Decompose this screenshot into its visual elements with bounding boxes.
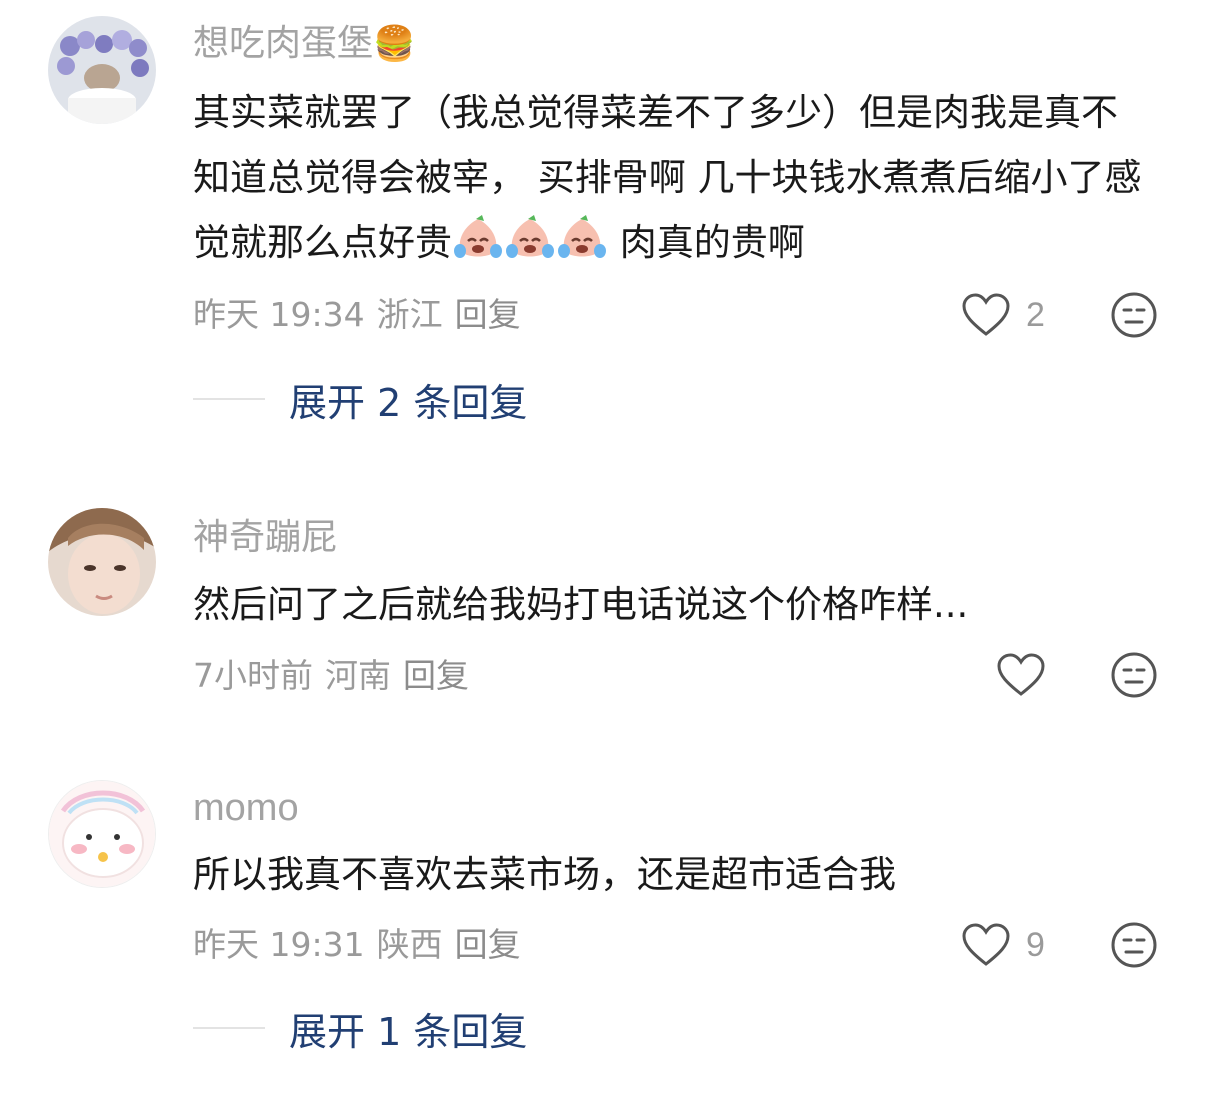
username[interactable]: 想吃肉蛋堡🍔 [193, 20, 415, 68]
divider-line [193, 398, 265, 400]
location: 河南 [325, 656, 391, 695]
timestamp: 昨天 19:34 [193, 295, 365, 334]
crying-laughing-emoji-icon [506, 215, 554, 258]
expand-replies-button[interactable]: 展开 2 条回复 [193, 374, 528, 425]
reply-button[interactable]: 回复 [455, 925, 521, 964]
dislike-button[interactable] [1110, 291, 1158, 339]
like-button[interactable]: 9 [962, 917, 1045, 973]
reply-button[interactable]: 回复 [403, 656, 469, 695]
avatar[interactable] [48, 16, 156, 124]
burger-emoji: 🍔 [373, 24, 416, 64]
meh-face-icon [1111, 292, 1157, 338]
heart-outline-icon [962, 923, 1010, 966]
timestamp: 7小时前 [193, 656, 313, 695]
username-text: momo [193, 787, 299, 829]
username-text: 神奇蹦屁 [193, 517, 338, 558]
heart-outline-icon [962, 293, 1010, 336]
avatar[interactable] [48, 780, 156, 888]
username[interactable]: momo [193, 784, 299, 832]
username[interactable]: 神奇蹦屁 [193, 514, 337, 562]
dislike-button[interactable] [1110, 651, 1158, 699]
comment-text-main: 所以我真不喜欢去菜市场，还是超市适合我 [193, 853, 896, 896]
avatar[interactable] [48, 508, 156, 616]
crying-laughing-emoji-group [452, 215, 608, 264]
crying-laughing-emoji-icon [454, 215, 502, 258]
comment-meta: 昨天 19:31 陕西 回复 [193, 923, 533, 967]
like-count: 2 [1026, 295, 1045, 334]
reply-button[interactable]: 回复 [455, 295, 521, 334]
comment-text-tail: 肉真的贵啊 [608, 221, 805, 264]
heart-outline-icon [997, 653, 1045, 696]
like-button[interactable] [997, 647, 1061, 703]
location: 浙江 [376, 295, 443, 334]
expand-replies-label: 展开 1 条回复 [289, 1009, 528, 1054]
divider-line [193, 1027, 265, 1029]
like-count: 9 [1026, 925, 1045, 964]
dislike-button[interactable] [1110, 921, 1158, 969]
comment-text[interactable]: 所以我真不喜欢去菜市场，还是超市适合我 [193, 842, 1153, 907]
comment-text[interactable]: 然后问了之后就给我妈打电话说这个价格咋样... [193, 572, 1153, 637]
like-button[interactable]: 2 [962, 287, 1045, 343]
location: 陕西 [376, 925, 443, 964]
comment-meta: 7小时前 河南 回复 [193, 654, 481, 698]
crying-laughing-emoji-icon [558, 215, 606, 258]
timestamp: 昨天 19:31 [193, 925, 365, 964]
meh-face-icon [1111, 922, 1157, 968]
comment-text-main: 然后问了之后就给我妈打电话说这个价格咋样... [193, 583, 969, 626]
comment-meta: 昨天 19:34 浙江 回复 [193, 293, 533, 337]
comment-text[interactable]: 其实菜就罢了（我总觉得菜差不了多少）但是肉我是真不知道总觉得会被宰， 买排骨啊 … [193, 80, 1153, 275]
username-text: 想吃肉蛋堡 [193, 23, 374, 64]
meh-face-icon [1111, 652, 1157, 698]
expand-replies-button[interactable]: 展开 1 条回复 [193, 1003, 528, 1054]
expand-replies-label: 展开 2 条回复 [289, 380, 528, 425]
